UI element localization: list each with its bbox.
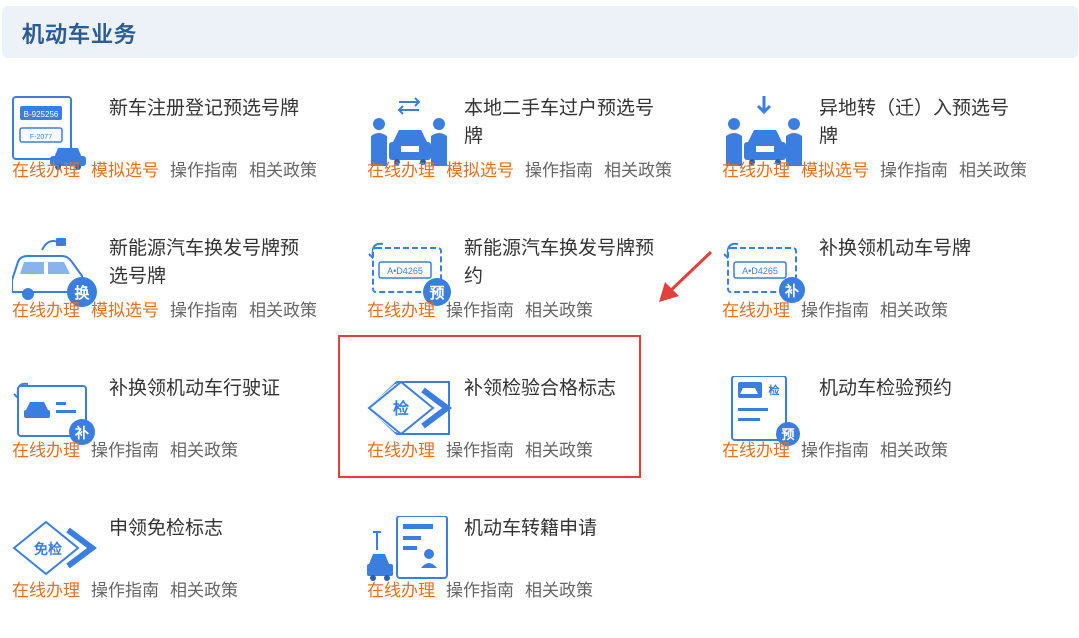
online-handle-link[interactable]: 在线办理 — [367, 156, 435, 181]
service-card-exemption-sticker: 免检 申领免检标志 在线办理 操作指南 相关政策 — [12, 508, 362, 638]
online-handle-link[interactable]: 在线办理 — [722, 156, 790, 181]
online-handle-link[interactable]: 在线办理 — [12, 576, 80, 601]
section-header: 机动车业务 — [2, 6, 1078, 58]
service-title: 补换领机动车号牌 — [819, 237, 972, 259]
highlight-box — [338, 335, 641, 478]
plate-number-text: A•D4265 — [387, 266, 423, 276]
service-card-move-in: 异地转（迁）入预选号牌 在线办理 模拟选号 操作指南 相关政策 — [722, 88, 1072, 218]
policy-link[interactable]: 相关政策 — [604, 156, 672, 181]
policy-link[interactable]: 相关政策 — [880, 296, 948, 321]
service-links: 在线办理 模拟选号 操作指南 相关政策 — [367, 156, 683, 181]
service-links: 在线办理 操作指南 相关政策 — [12, 576, 249, 601]
guide-link[interactable]: 操作指南 — [91, 436, 159, 461]
guide-link[interactable]: 操作指南 — [446, 576, 514, 601]
service-title: 补换领机动车行驶证 — [109, 377, 281, 399]
guide-link[interactable]: 操作指南 — [801, 296, 869, 321]
service-links: 在线办理 操作指南 相关政策 — [367, 296, 604, 321]
service-card-new-car-plate: B-925256 F-2077 新车注册登记预选号牌 在线办理 模拟选号 操作指南相… — [12, 88, 362, 218]
service-links: 在线办理 模拟选号 操作指南 相关政策 — [12, 296, 328, 321]
policy-link[interactable]: 相关政策 — [170, 576, 238, 601]
service-title: 新能源汽车换发号牌预约 — [464, 237, 655, 287]
policy-link[interactable]: 相关政策 — [525, 576, 593, 601]
guide-link[interactable]: 操作指南 — [525, 156, 593, 181]
guide-link[interactable]: 操作指南 — [880, 156, 948, 181]
service-title: 机动车转籍申请 — [464, 517, 598, 539]
badge-text: 免检 — [34, 541, 62, 558]
service-card-used-car-transfer: 本地二手车过户预选号牌 在线办理 模拟选号 操作指南 相关政策 — [367, 88, 717, 218]
badge-text: 检 — [769, 383, 780, 397]
policy-link[interactable]: 相关政策 — [880, 436, 948, 461]
guide-link[interactable]: 操作指南 — [801, 436, 869, 461]
plate-number-text: A•D4265 — [742, 266, 778, 276]
service-links: 在线办理 模拟选号 操作指南 相关政策 — [12, 156, 328, 181]
service-links: 在线办理 操作指南 相关政策 — [367, 576, 604, 601]
service-title: 机动车检验预约 — [819, 377, 953, 399]
service-title: 申领免检标志 — [109, 517, 224, 539]
online-handle-link[interactable]: 在线办理 — [367, 576, 435, 601]
service-card-ev-plate-select: 换 新能源汽车换发号牌预选号牌 在线办理 模拟选号 操作指南 相关政策 — [12, 228, 362, 358]
service-card-plate-replace: A•D4265 补 补换领机动车号牌 在线办理 操作指南 相关政策 — [722, 228, 1072, 358]
guide-link[interactable]: 操作指南 — [91, 576, 159, 601]
service-card-vehicle-transfer-registration: 机动车转籍申请 在线办理 操作指南 相关政策 — [367, 508, 717, 638]
online-handle-link[interactable]: 在线办理 — [722, 296, 790, 321]
service-title: 本地二手车过户预选号牌 — [464, 97, 655, 147]
online-handle-link[interactable]: 在线办理 — [12, 436, 80, 461]
simulate-select-link[interactable]: 模拟选号 — [91, 156, 159, 181]
policy-link[interactable]: 相关政策 — [959, 156, 1027, 181]
guide-link[interactable]: 操作指南 — [446, 296, 514, 321]
policy-link[interactable]: 相关政策 — [249, 156, 317, 181]
section-title: 机动车业务 — [22, 23, 138, 48]
guide-link[interactable]: 操作指南 — [170, 296, 238, 321]
annotation-arrow-icon — [659, 250, 713, 302]
service-links: 在线办理 操作指南 相关政策 — [722, 296, 959, 321]
policy-link[interactable]: 相关政策 — [525, 296, 593, 321]
online-handle-link[interactable]: 在线办理 — [367, 296, 435, 321]
guide-link[interactable]: 操作指南 — [170, 156, 238, 181]
online-handle-link[interactable]: 在线办理 — [12, 296, 80, 321]
plate-bottom-text: F-2077 — [30, 134, 52, 141]
policy-link[interactable]: 相关政策 — [170, 436, 238, 461]
online-handle-link[interactable]: 在线办理 — [12, 156, 80, 181]
service-title: 新车注册登记预选号牌 — [109, 97, 300, 119]
service-title: 异地转（迁）入预选号牌 — [819, 97, 1010, 147]
policy-link[interactable]: 相关政策 — [249, 296, 317, 321]
plate-top-text: B-925256 — [24, 110, 59, 119]
online-handle-link[interactable]: 在线办理 — [722, 436, 790, 461]
service-links: 在线办理 操作指南 相关政策 — [12, 436, 249, 461]
service-card-inspection-appointment: 检 预 机动车检验预约 在线办理 操作指南 相关政策 — [722, 368, 1072, 498]
service-links: 在线办理 操作指南 相关政策 — [722, 436, 959, 461]
service-card-driving-license-replace: 补 补换领机动车行驶证 在线办理 操作指南 相关政策 — [12, 368, 362, 498]
simulate-select-link[interactable]: 模拟选号 — [446, 156, 514, 181]
service-title: 新能源汽车换发号牌预选号牌 — [109, 237, 300, 287]
service-links: 在线办理 模拟选号 操作指南 相关政策 — [722, 156, 1038, 181]
simulate-select-link[interactable]: 模拟选号 — [91, 296, 159, 321]
simulate-select-link[interactable]: 模拟选号 — [801, 156, 869, 181]
